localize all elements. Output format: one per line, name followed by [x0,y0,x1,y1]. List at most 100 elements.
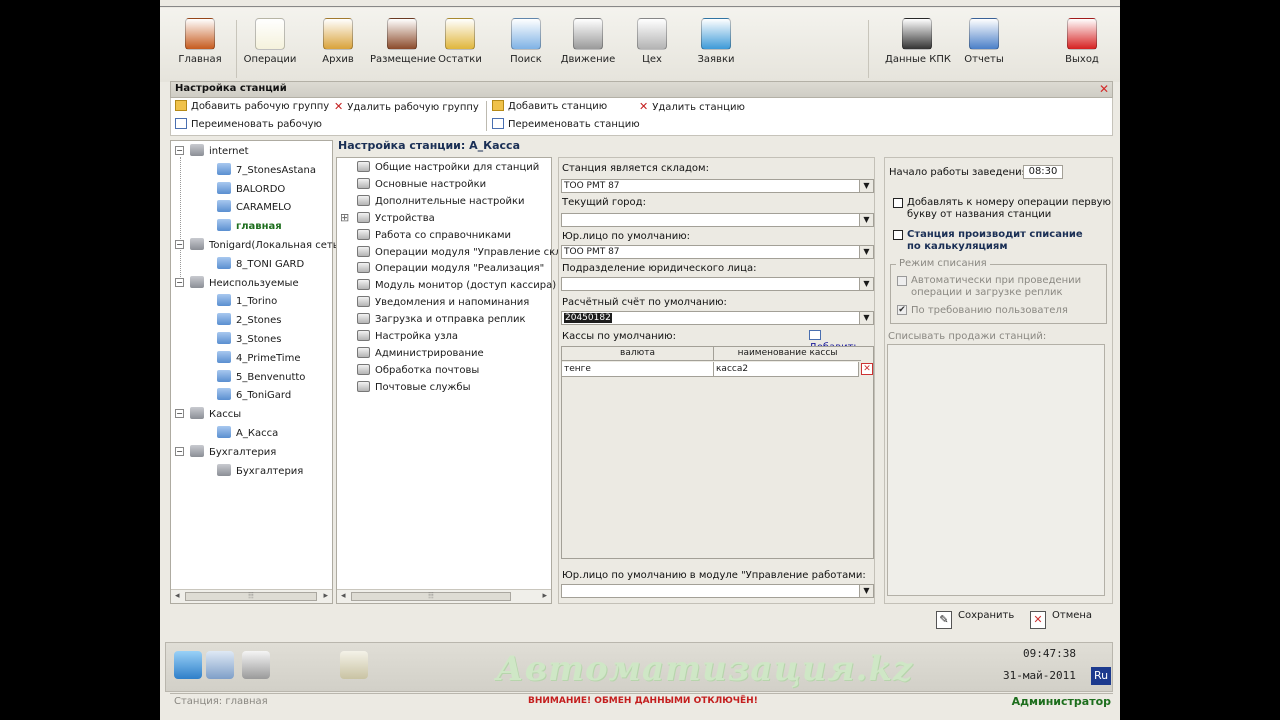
tree-group[interactable]: − Бухгалтерия [175,444,276,460]
division-select[interactable]: ▼ [561,277,874,291]
station-tree[interactable]: ◂ ⦙⦙⦙ ▸ − internet 7_StonesAstana BALORDO CA… [170,140,339,604]
tree-station[interactable]: 2_Stones [217,313,281,328]
auto-mode-checkbox[interactable] [897,276,907,286]
rename-station-button[interactable]: Переименовать станцию [492,118,640,130]
column-header[interactable]: наименование кассы [714,347,861,361]
account-select[interactable]: 20450182 ▼ [561,311,874,325]
collapse-toggle-icon[interactable]: − [175,409,184,419]
pencil-icon[interactable] [340,651,368,679]
rename-group-button[interactable]: Переименовать рабочую [175,118,322,130]
tree-station[interactable]: CARAMELO [217,200,291,215]
legal-entity-select[interactable]: ТОО РМТ 87 ▼ [561,245,874,259]
tree-group[interactable]: − Кассы [175,407,241,422]
delete-group-button[interactable]: ✕ Удалить рабочую группу [334,100,479,113]
settings-menu-item[interactable]: Загрузка и отправка реплик [357,313,526,325]
settings-menu-item[interactable]: Дополнительные настройки [357,194,525,207]
collapse-toggle-icon[interactable]: − [175,240,184,249]
settings-menu-item[interactable]: Модуль монитор (доступ кассира) [357,279,556,291]
language-indicator[interactable]: Ru [1091,667,1111,685]
toolbar-button[interactable]: Заявки [684,18,748,78]
toolbar-button[interactable]: Остатки [428,18,492,78]
close-icon[interactable]: ✕ [1099,82,1109,96]
settings-menu-item[interactable]: Обработка почтовы [357,363,479,376]
scroll-right-icon[interactable]: ▸ [323,591,328,601]
work-legal-select[interactable]: ▼ [561,584,874,598]
grid-cell-currency[interactable]: тенге [562,362,714,377]
collapse-toggle-icon[interactable]: − [175,146,184,155]
network-computers-icon[interactable] [206,651,234,679]
toolbar-button[interactable]: Размещение [370,18,436,78]
toolbar-button[interactable]: Цех [620,18,684,78]
writeoff-checkbox[interactable] [893,230,903,240]
save-button[interactable]: ✎ Сохранить [936,610,1014,629]
chevron-down-icon[interactable]: ▼ [859,180,873,192]
scroll-left-icon[interactable]: ◂ [175,591,180,601]
tree-group[interactable]: − Неиспользуемые [175,275,299,291]
delete-station-button[interactable]: ✕ Удалить станцию [639,100,745,113]
sales-stations-list[interactable] [887,344,1105,596]
collapse-toggle-icon[interactable]: − [175,277,184,287]
settings-menu-item[interactable]: Операции модуля "Управление склад [357,245,575,258]
tree-station[interactable]: 6_ToniGard [217,388,291,403]
chevron-down-icon[interactable]: ▼ [859,214,873,226]
tree-station[interactable]: 3_Stones [217,332,281,347]
add-station-button[interactable]: Добавить станцию [492,100,607,112]
toolbar-button[interactable]: Архив [306,18,370,78]
toolbar-button[interactable]: Выход [1050,18,1114,78]
cancel-button[interactable]: ✕ Отмена [1030,610,1092,629]
settings-menu-item[interactable]: Настройка узла [357,330,458,342]
cash-grid[interactable]: валюта наименование кассы тенге касса2 ✕ [561,346,874,559]
tree-station[interactable]: Бухгалтерия [217,463,303,479]
toolbar-button[interactable]: Операции [238,18,302,78]
grid-cell-cash-name[interactable]: касса2 [714,362,859,377]
toolbar-button[interactable]: Данные КПК [885,18,951,78]
column-header[interactable]: валюта [562,347,714,361]
document-icon [255,18,285,50]
settings-menu-item[interactable]: Почтовые службы [357,380,471,393]
tree-station[interactable]: 7_StonesAstana [217,162,316,178]
chevron-down-icon[interactable]: ▼ [859,585,873,597]
scroll-thumb[interactable]: ⦙⦙⦙ [185,592,317,601]
tree-station[interactable]: 4_PrimeTime [217,350,300,366]
settings-menu-item[interactable]: Работа со справочниками [357,228,511,241]
chevron-down-icon[interactable]: ▼ [859,278,873,290]
tree-horizontal-scrollbar[interactable]: ◂ ⦙⦙⦙ ▸ [171,589,332,603]
settings-menu-item[interactable]: Уведомления и напоминания [357,296,529,308]
tree-group[interactable]: − Tonigard(Локальная сеть [175,238,339,253]
user-mode-checkbox[interactable]: ✔ [897,305,907,315]
tree-station[interactable]: 5_Benvenutto [217,369,305,385]
tree-station[interactable]: 1_Torino [217,294,277,309]
toolbar-button[interactable]: Поиск [494,18,558,78]
settings-menu-item[interactable]: Основные настройки [357,177,486,190]
settings-menu-item[interactable]: Администрирование [357,346,484,359]
settings-menu-item[interactable]: ⊞ Устройства [340,211,435,224]
toolbar-button[interactable]: Движение [556,18,620,78]
settings-menu-tree[interactable]: ◂ ⦙⦙⦙ ▸ Общие настройки для станций Основ… [336,157,575,604]
toolbar-button[interactable]: Главная [168,18,232,78]
scroll-thumb[interactable]: ⦙⦙⦙ [351,592,511,601]
settings-menu-item[interactable]: Общие настройки для станций [357,161,539,173]
tree-station[interactable]: BALORDO [217,181,285,197]
toolbar-button[interactable]: Отчеты [952,18,1016,78]
city-select[interactable]: ▼ [561,213,874,227]
prefix-checkbox[interactable] [893,198,903,208]
delete-row-icon[interactable]: ✕ [861,363,873,375]
expand-icon[interactable]: ⊞ [340,211,349,224]
settings-menu-item[interactable]: Операции модуля "Реализация" [357,262,544,274]
add-group-button[interactable]: Добавить рабочую группу [175,100,329,112]
tree-station[interactable]: A_Касса [217,426,278,441]
tree-group[interactable]: − internet [175,144,249,159]
book-icon [357,262,370,274]
printer-icon[interactable] [242,651,270,679]
start-time-input[interactable]: 08:30 [1023,165,1063,179]
chevron-down-icon[interactable]: ▼ [859,246,873,258]
tree-station[interactable]: главная [217,219,282,234]
tree-station[interactable]: 8_TONI GARD [217,256,304,272]
chevron-down-icon[interactable]: ▼ [859,312,873,324]
internet-explorer-icon[interactable] [174,651,202,679]
scroll-right-icon[interactable]: ▸ [542,591,547,601]
scroll-left-icon[interactable]: ◂ [341,591,346,601]
collapse-toggle-icon[interactable]: − [175,446,184,456]
warehouse-select[interactable]: ТОО РМТ 87 ▼ [561,179,874,193]
menu-horizontal-scrollbar[interactable]: ◂ ⦙⦙⦙ ▸ [337,589,551,603]
